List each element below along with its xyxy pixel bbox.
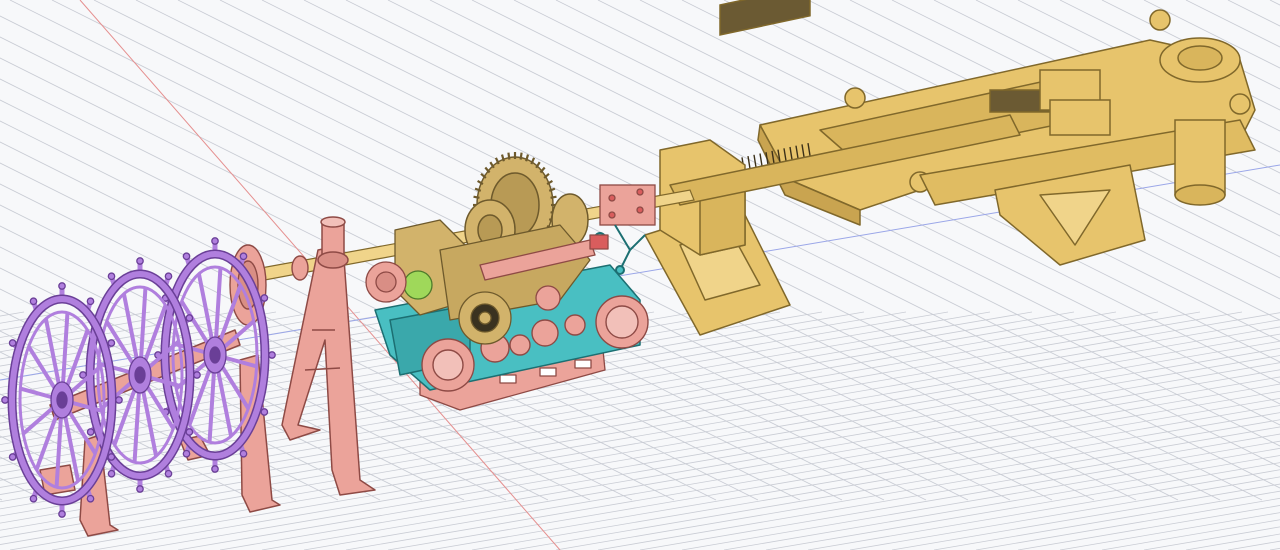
model-scene[interactable] (0, 0, 1280, 550)
3d-viewport[interactable] (0, 0, 1280, 550)
shaft-coupling[interactable] (599, 184, 656, 226)
rudder-post-cylinder[interactable] (1174, 119, 1226, 206)
